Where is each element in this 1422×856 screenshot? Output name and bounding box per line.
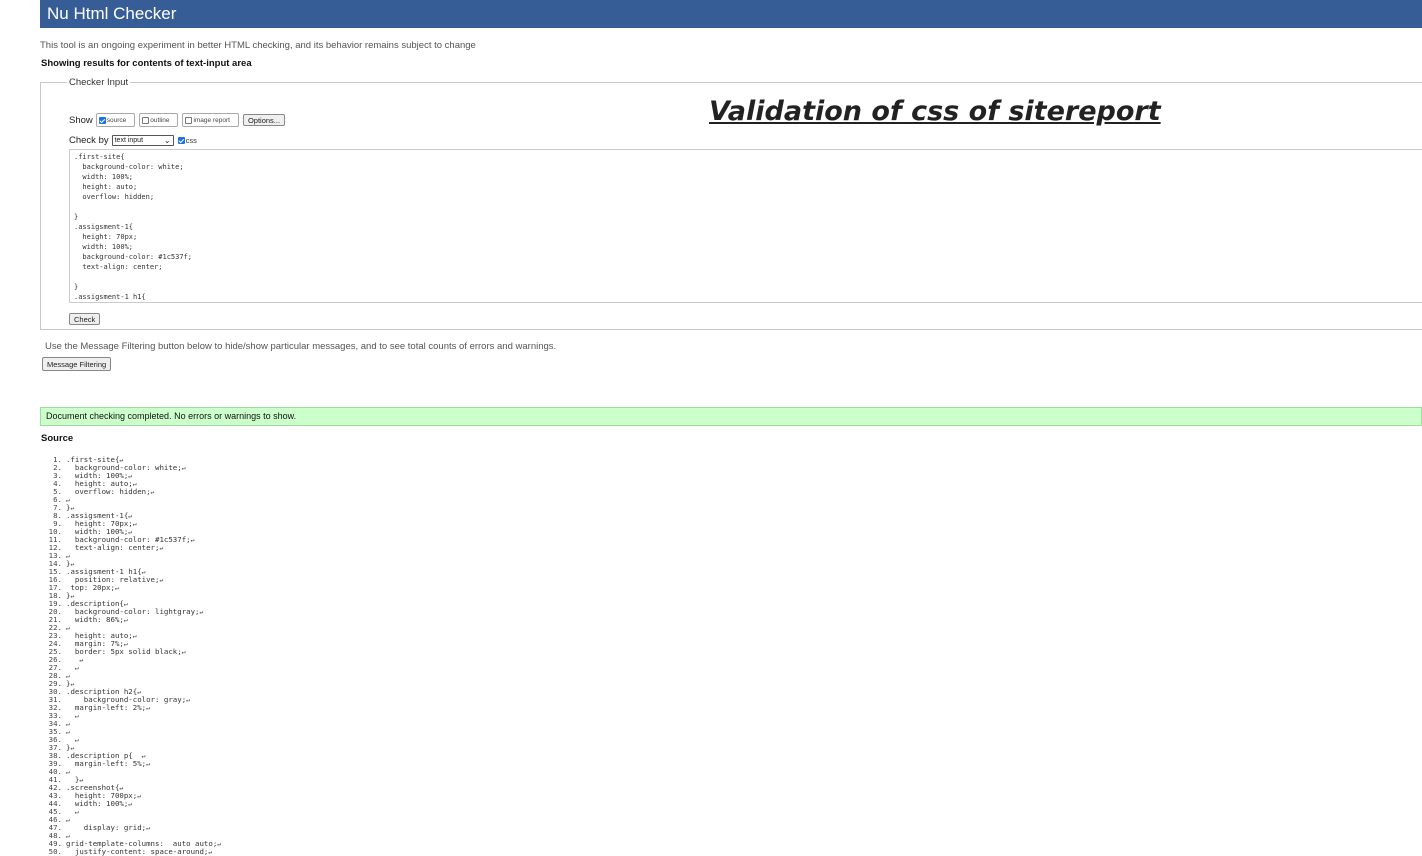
show-source-checkbox[interactable]: [98, 116, 106, 124]
app-title: Nu Html Checker: [47, 4, 177, 23]
textarea-line: .first-site{: [74, 153, 125, 161]
source-line: 47. display: grid;: [44, 824, 221, 832]
show-outline-group: outline: [139, 113, 179, 127]
annotation-heading: Validation of css of sitereport: [709, 96, 1161, 127]
textarea-line: [74, 202, 1422, 212]
source-line: 17. top: 20px;: [44, 584, 221, 592]
check-button[interactable]: Check: [69, 313, 101, 325]
source-line-code: width: 86%;: [66, 616, 128, 624]
textarea-line: }: [74, 283, 79, 291]
source-listing: 1..first-site{2. background-color: white…: [44, 456, 221, 856]
check-by-select[interactable]: text input ⌄: [111, 135, 174, 146]
source-line: 12. text-align: center;: [44, 544, 221, 552]
show-row: Show source outline image report Options…: [69, 113, 286, 127]
check-by-row: Check by text input ⌄ css: [69, 135, 197, 146]
show-outline-option[interactable]: outline: [142, 116, 170, 124]
source-line: 13.: [44, 552, 221, 560]
options-button[interactable]: Options...: [242, 114, 286, 126]
message-filtering-hint: Use the Message Filtering button below t…: [45, 341, 557, 352]
show-source-option[interactable]: source: [98, 116, 127, 124]
source-line-code: width: 100%;: [66, 800, 132, 808]
show-image-report-group: image report: [182, 113, 239, 127]
checker-input-legend: Checker Input: [69, 77, 129, 88]
textarea-line: text-align: center;: [74, 263, 163, 271]
source-line-code: margin-left: 5%;: [66, 760, 150, 768]
textarea-line: .assigsment-1 h1{: [74, 293, 146, 301]
textarea-line: height: 70px;: [74, 233, 138, 241]
source-line-code: [66, 808, 79, 816]
textarea-line: width: 100%;: [74, 243, 134, 251]
text-input-area[interactable]: .first-site{ background-color: white; wi…: [69, 149, 1422, 303]
show-outline-label: outline: [150, 116, 170, 124]
show-outline-checkbox[interactable]: [142, 116, 150, 124]
message-filtering-button[interactable]: Message Filtering: [42, 357, 112, 371]
check-by-value: text input: [114, 137, 144, 144]
source-line-code: [66, 664, 79, 672]
source-line-code: [66, 720, 70, 728]
textarea-line: overflow: hidden;: [74, 193, 155, 201]
show-source-label: source: [106, 116, 127, 124]
textarea-line: background-color: white;: [74, 163, 184, 171]
show-image-report-option[interactable]: image report: [185, 116, 230, 124]
css-option[interactable]: css: [177, 136, 197, 145]
textarea-line: background-color: #1c537f;: [74, 253, 193, 261]
source-line-code: overflow: hidden;: [66, 488, 154, 496]
source-line: 6.: [44, 496, 221, 504]
success-message: Document checking completed. No errors o…: [40, 407, 1422, 426]
source-line-code: margin-left: 2%;: [66, 704, 150, 712]
css-label: css: [185, 136, 197, 145]
textarea-line: .assigsment-1{: [74, 223, 134, 231]
results-heading: Showing results for contents of text-inp…: [41, 58, 252, 69]
css-checkbox[interactable]: [177, 137, 185, 144]
source-line-code: [66, 712, 79, 720]
textarea-line: width: 100%;: [74, 173, 134, 181]
source-line: 39. margin-left: 5%;: [44, 760, 221, 768]
textarea-line: }: [74, 213, 79, 221]
check-by-label: Check by: [69, 135, 109, 146]
source-line-code: display: grid;: [66, 824, 150, 832]
textarea-line: height: auto;: [74, 183, 138, 191]
source-line: 33.: [44, 712, 221, 720]
intro-text: This tool is an ongoing experiment in be…: [40, 40, 476, 51]
source-line-code: border: 5px solid black;: [66, 648, 186, 656]
show-label: Show: [69, 114, 93, 126]
source-line-code: text-align: center;: [66, 544, 163, 552]
source-line: 5. overflow: hidden;: [44, 488, 221, 496]
source-line-code: top: 20px;: [66, 584, 119, 592]
show-image-report-label: image report: [193, 116, 230, 124]
show-options-group: source: [95, 113, 136, 127]
source-heading: Source: [41, 433, 74, 444]
source-line: 34.: [44, 720, 221, 728]
source-line: 28.: [44, 672, 221, 680]
source-line: 45.: [44, 808, 221, 816]
source-line: 36.: [44, 736, 221, 744]
textarea-line: [74, 272, 1422, 282]
source-line: 27.: [44, 664, 221, 672]
app-header: Nu Html Checker: [40, 0, 1422, 28]
chevron-down-icon: ⌄: [163, 135, 171, 145]
show-image-report-checkbox[interactable]: [185, 116, 193, 124]
source-line: 21. width: 86%;: [44, 616, 221, 624]
